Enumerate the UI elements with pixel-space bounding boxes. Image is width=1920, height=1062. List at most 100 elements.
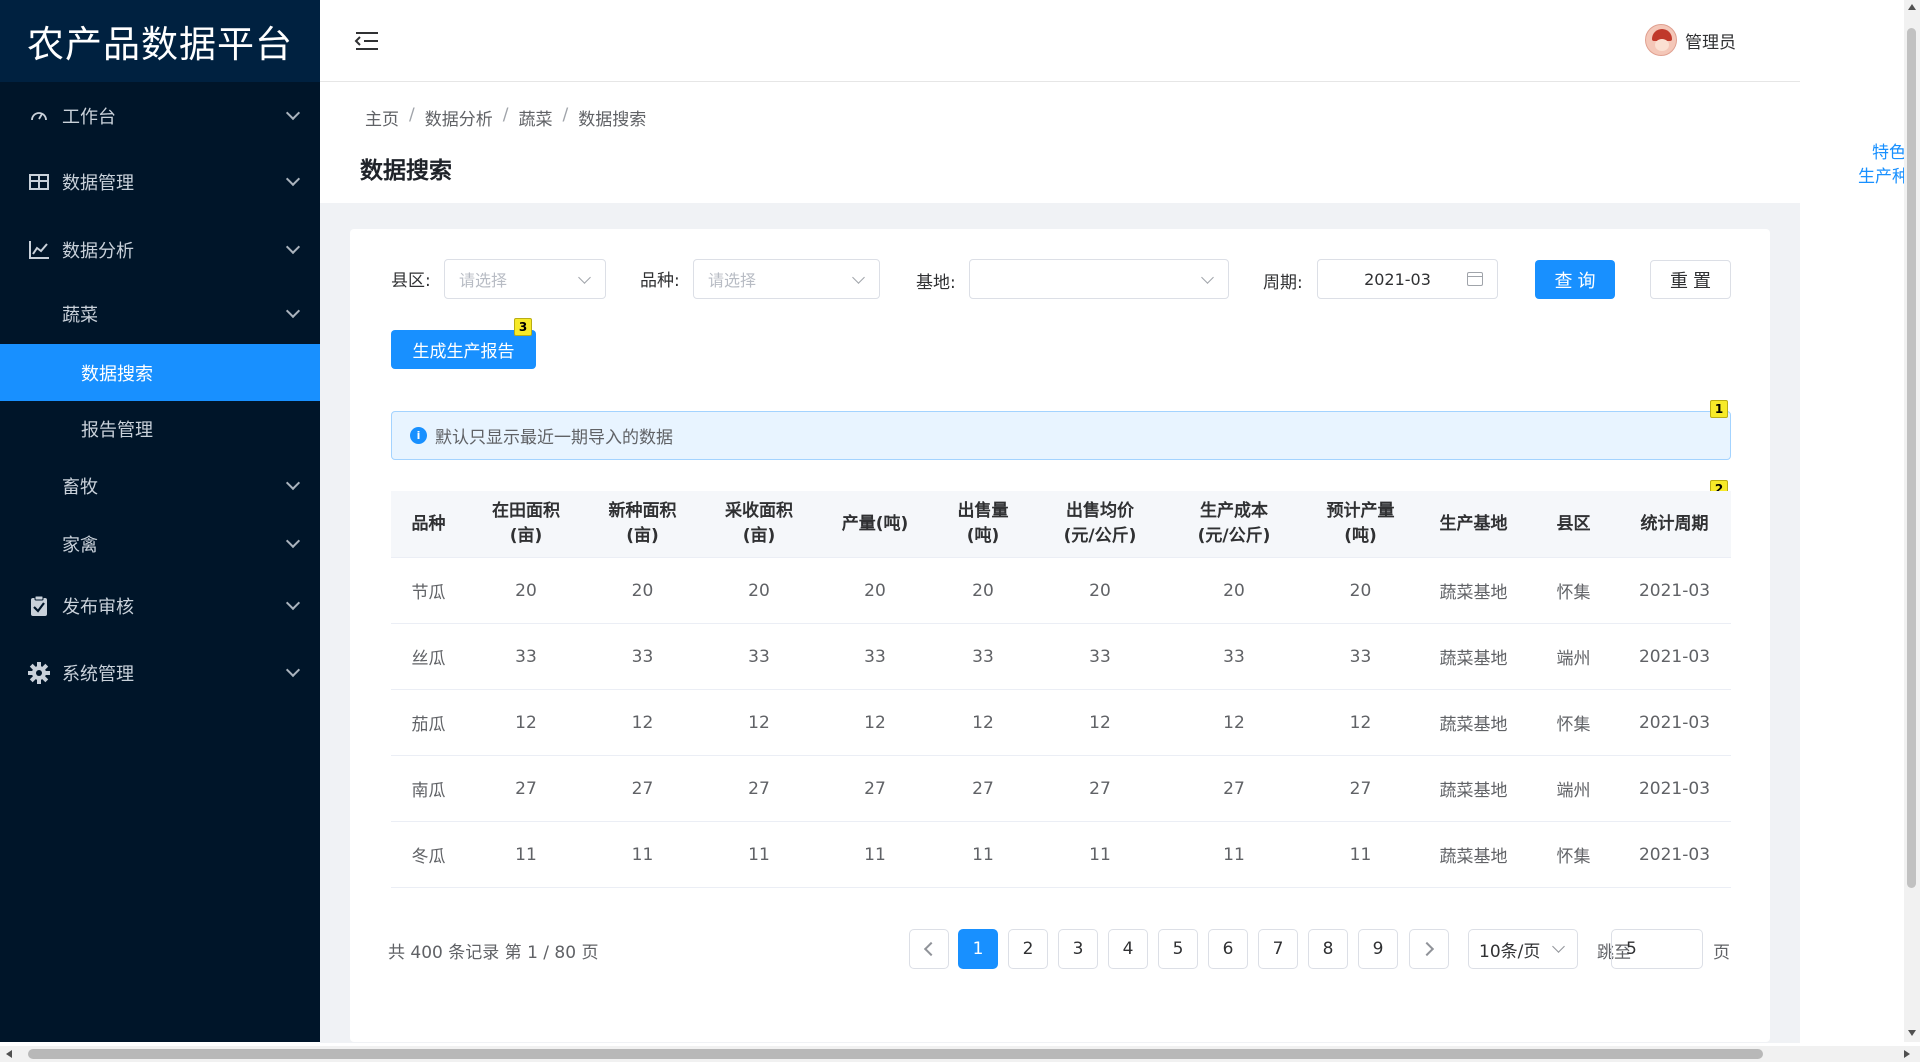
- table-cell: 11: [1223, 844, 1245, 865]
- table-cell: 20: [1089, 580, 1111, 601]
- jump-page-input[interactable]: 5: [1611, 929, 1703, 969]
- page-number-button[interactable]: 8: [1308, 929, 1348, 969]
- chevron-down-icon: [852, 271, 865, 284]
- period-label: 周期:: [1263, 273, 1303, 293]
- breadcrumb-item-home[interactable]: 主页: [365, 105, 399, 130]
- breadcrumb-item-analysis[interactable]: 数据分析: [425, 105, 493, 130]
- page-number-button[interactable]: 4: [1108, 929, 1148, 969]
- table-cell: 20: [515, 580, 537, 601]
- page-number-button[interactable]: 5: [1158, 929, 1198, 969]
- scroll-down-arrow-icon[interactable]: [1908, 1030, 1916, 1036]
- clipboard-check-icon: [28, 595, 50, 617]
- table-cell: 11: [864, 844, 886, 865]
- chevron-down-icon: [285, 171, 301, 187]
- vertical-scrollbar-thumb[interactable]: [1907, 28, 1916, 888]
- page-number-button[interactable]: 2: [1008, 929, 1048, 969]
- table-cell: 33: [748, 646, 770, 667]
- table-cell: 蔬菜基地: [1439, 847, 1508, 867]
- info-icon: i: [410, 427, 427, 444]
- table-cell: 33: [864, 646, 886, 667]
- base-select[interactable]: [969, 259, 1229, 299]
- sidebar-item-vegetables[interactable]: 蔬菜: [0, 286, 320, 342]
- page-number-button[interactable]: 6: [1208, 929, 1248, 969]
- sidebar-item-label: 报告管理: [81, 420, 153, 441]
- column-header: 产量(吨): [841, 513, 909, 534]
- table-cell: 怀集: [1556, 715, 1591, 735]
- sidebar-item-data-management[interactable]: 数据管理: [0, 154, 320, 210]
- table-cell: 27: [1349, 778, 1372, 799]
- page-number-button[interactable]: 7: [1258, 929, 1298, 969]
- table-cell: 12: [972, 712, 994, 733]
- column-header: 出售均价 (元/公斤): [1063, 501, 1137, 546]
- page-size-select[interactable]: 10条/页: [1468, 929, 1578, 969]
- county-placeholder: 请选择: [459, 271, 508, 290]
- breadcrumb-separator: /: [562, 105, 569, 125]
- sidebar-item-data-search[interactable]: 数据搜索: [0, 344, 320, 401]
- sidebar-item-label: 发布审核: [62, 597, 134, 618]
- chevron-down-icon: [285, 595, 301, 611]
- chevron-down-icon: [1201, 271, 1214, 284]
- table-row[interactable]: 丝瓜 33 33 33 33 33 33 33 33 蔬菜基地 端州 2021-03: [391, 624, 1731, 690]
- table-cell: 27: [515, 778, 537, 799]
- table-cell: 怀集: [1556, 847, 1591, 867]
- page-number-button[interactable]: 9: [1358, 929, 1398, 969]
- table-row[interactable]: 茄瓜 12 12 12 12 12 12 12 12 蔬菜基地 怀集 2021-03: [391, 690, 1731, 756]
- period-date-picker[interactable]: 2021-03: [1317, 259, 1498, 299]
- table-cell: 丝瓜: [411, 649, 446, 669]
- table-row[interactable]: 节瓜 20 20 20 20 20 20 20 20 蔬菜基地 怀集 2021-03: [391, 558, 1731, 624]
- prev-page-button[interactable]: [909, 929, 949, 969]
- scroll-right-arrow-icon[interactable]: [1904, 1050, 1910, 1058]
- chevron-right-icon: [1419, 941, 1435, 957]
- column-header: 新种面积 (亩): [608, 501, 677, 546]
- top-header: 管理员: [320, 0, 1800, 82]
- sidebar: 农产品数据平台 工作台 数据管理 数据分析 蔬菜 数据搜索 报告管理 畜牧 家禽…: [0, 0, 320, 1042]
- side-link-production[interactable]: 生产种: [1858, 166, 1909, 189]
- table-cell: 20: [748, 580, 770, 601]
- sidebar-item-report-management[interactable]: 报告管理: [0, 401, 320, 457]
- scroll-up-arrow-icon[interactable]: [1908, 4, 1916, 10]
- sidebar-item-publish-review[interactable]: 发布审核: [0, 578, 320, 634]
- sidebar-item-label: 系统管理: [62, 664, 134, 685]
- chevron-down-icon: [285, 662, 301, 678]
- breadcrumb-item-vegetables[interactable]: 蔬菜: [518, 105, 552, 130]
- user-menu[interactable]: 管理员: [1645, 24, 1736, 56]
- column-header: 预计产量 (吨): [1326, 501, 1395, 546]
- scroll-left-arrow-icon[interactable]: [6, 1050, 12, 1058]
- county-select[interactable]: 请选择: [444, 259, 606, 299]
- table-cell: 11: [748, 844, 770, 865]
- sidebar-item-livestock[interactable]: 畜牧: [0, 458, 320, 514]
- sidebar-item-system-management[interactable]: 系统管理: [0, 645, 320, 701]
- table-header: 品种 在田面积 (亩) 新种面积 (亩) 采收面积 (亩) 产量(吨) 出售量 (吨) 出售…: [391, 491, 1731, 558]
- variety-select[interactable]: 请选择: [693, 259, 880, 299]
- menu-fold-icon[interactable]: [354, 30, 380, 52]
- table-cell: 12: [1223, 712, 1245, 733]
- chevron-down-icon: [285, 303, 301, 319]
- table-cell: 20: [972, 580, 994, 601]
- table-cell: 2021-03: [1638, 712, 1711, 733]
- column-header: 统计周期: [1640, 513, 1709, 534]
- chevron-down-icon: [285, 475, 301, 491]
- table-cell: 12: [748, 712, 770, 733]
- query-button[interactable]: 查 询: [1535, 260, 1615, 299]
- table-row[interactable]: 冬瓜 11 11 11 11 11 11 11 11 蔬菜基地 怀集 2021-03: [391, 822, 1731, 888]
- table-cell: 33: [972, 646, 994, 667]
- table-cell: 2021-03: [1638, 844, 1711, 865]
- sidebar-item-poultry[interactable]: 家禽: [0, 516, 320, 572]
- dashboard-icon: [28, 105, 50, 127]
- side-link-feature[interactable]: 特色: [1872, 142, 1906, 165]
- reset-button[interactable]: 重 置: [1650, 260, 1731, 299]
- horizontal-scrollbar-thumb[interactable]: [28, 1049, 1763, 1059]
- table-cell: 27: [631, 778, 654, 799]
- avatar: [1645, 24, 1677, 56]
- table-cell: 33: [1349, 646, 1372, 667]
- table-cell: 12: [864, 712, 886, 733]
- next-page-button[interactable]: [1409, 929, 1449, 969]
- page-number-button[interactable]: 1: [958, 929, 998, 969]
- sidebar-item-workbench[interactable]: 工作台: [0, 88, 320, 144]
- table-cell: 蔬菜基地: [1439, 715, 1508, 735]
- sidebar-item-data-analysis[interactable]: 数据分析: [0, 222, 320, 278]
- page-number-button[interactable]: 3: [1058, 929, 1098, 969]
- column-header: 出售量 (吨): [957, 501, 1009, 546]
- table-cell: 20: [631, 580, 654, 601]
- table-row[interactable]: 南瓜 27 27 27 27 27 27 27 27 蔬菜基地 端州 2021-03: [391, 756, 1731, 822]
